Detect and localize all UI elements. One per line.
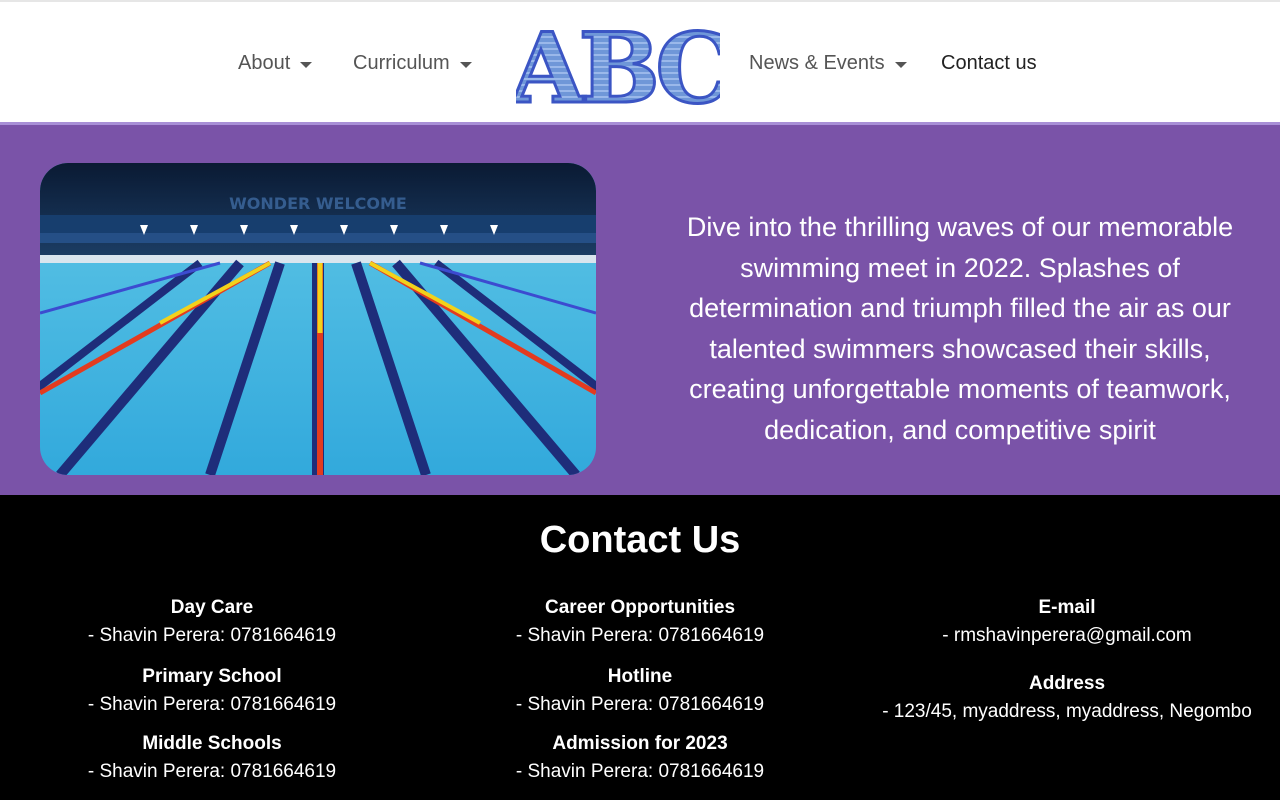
contact-email: E-mail - rmshavinperera@gmail.com <box>857 595 1277 651</box>
contact-heading: Address <box>1028 673 1106 694</box>
contact-heading: E-mail <box>1038 597 1096 618</box>
contact-heading: Day Care <box>170 597 254 618</box>
hero-section: WONDER WELCOME Dive into the thrilling w… <box>0 125 1280 495</box>
contact-value: - Shavin Perera: 0781664619 <box>515 694 765 715</box>
chevron-down-icon <box>894 62 907 68</box>
nav-about[interactable]: About <box>238 52 313 75</box>
hero-description: Dive into the thrilling waves of our mem… <box>686 212 1234 445</box>
contact-heading: Career Opportunities <box>544 597 736 618</box>
email-link[interactable]: - rmshavinperera@gmail.com <box>942 625 1191 646</box>
chevron-down-icon <box>459 62 472 68</box>
abc-logo[interactable]: ABC <box>516 18 720 108</box>
nav-contact-us[interactable]: Contact us <box>941 52 1037 75</box>
nav-curriculum[interactable]: Curriculum <box>353 52 472 75</box>
nav-curriculum-label: Curriculum <box>353 52 450 74</box>
svg-text:WONDER WELCOME: WONDER WELCOME <box>229 194 407 213</box>
contact-title: Contact Us <box>539 519 741 561</box>
contact-career-opportunities: Career Opportunities - Shavin Perera: 07… <box>430 595 850 651</box>
contact-heading: Admission for 2023 <box>552 733 728 754</box>
navbar: About Curriculum ABC News & Events Conta… <box>0 0 1280 125</box>
contact-heading: Middle Schools <box>142 733 282 754</box>
contact-address: Address - 123/45, myaddress, myaddress, … <box>857 671 1277 727</box>
contact-value: - Shavin Perera: 0781664619 <box>87 625 337 646</box>
chevron-down-icon <box>300 62 313 68</box>
nav-news-events[interactable]: News & Events <box>749 52 907 75</box>
contact-value: - 123/45, myaddress, myaddress, Negombo <box>882 701 1252 722</box>
nav-contact-us-label: Contact us <box>941 52 1037 74</box>
contact-section: Contact Us Day Care - Shavin Perera: 078… <box>0 495 1280 800</box>
contact-value: - Shavin Perera: 0781664619 <box>515 625 765 646</box>
contact-day-care: Day Care - Shavin Perera: 0781664619 <box>2 595 422 651</box>
nav-about-label: About <box>238 52 291 74</box>
nav-news-events-label: News & Events <box>749 52 885 74</box>
swimming-pool-image: WONDER WELCOME <box>40 163 596 475</box>
contact-value: - Shavin Perera: 0781664619 <box>87 761 337 782</box>
contact-value: - Shavin Perera: 0781664619 <box>515 761 765 782</box>
contact-hotline: Hotline - Shavin Perera: 0781664619 <box>430 664 850 720</box>
contact-middle-schools: Middle Schools - Shavin Perera: 07816646… <box>2 731 422 787</box>
contact-primary-school: Primary School - Shavin Perera: 07816646… <box>2 664 422 720</box>
logo-text: ABC <box>516 18 720 108</box>
contact-admission: Admission for 2023 - Shavin Perera: 0781… <box>430 731 850 787</box>
contact-value: - Shavin Perera: 0781664619 <box>87 694 337 715</box>
contact-heading: Primary School <box>142 666 282 687</box>
contact-heading: Hotline <box>607 666 673 687</box>
